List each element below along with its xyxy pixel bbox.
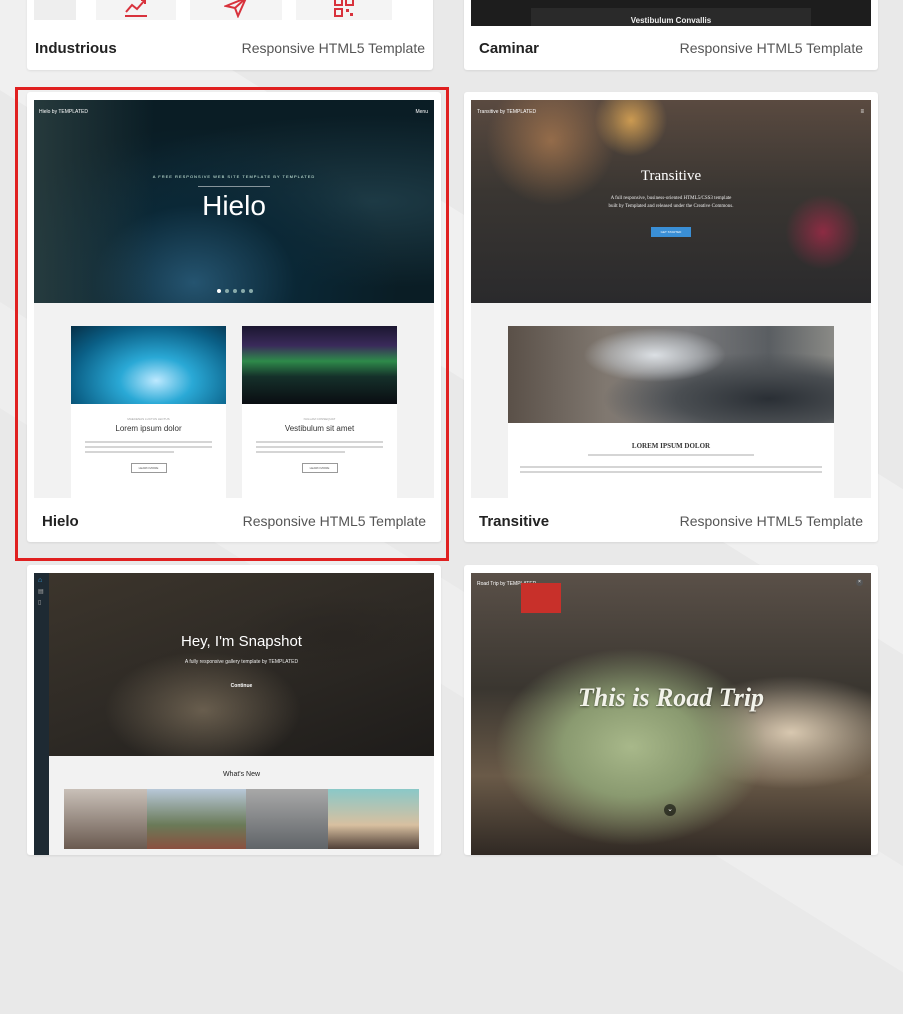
template-preview[interactable] — [34, 0, 426, 26]
preview-brand: Hielo by TEMPLATED — [39, 109, 88, 115]
preview-hero-text: built by Templated and released under th… — [608, 204, 734, 209]
close-icon[interactable]: × — [856, 579, 863, 586]
template-preview[interactable]: Vestibulum Convallis — [471, 0, 871, 26]
preview-hero-title: This is Road Trip — [577, 683, 765, 712]
template-preview[interactable]: ⌂ ▤ ▯ Hey, I'm Snapshot A fully responsi… — [34, 573, 434, 855]
template-type: Responsive HTML5 Template — [242, 513, 426, 529]
preview-section-title: What's New — [222, 771, 261, 778]
ice-cave-image — [71, 326, 226, 404]
preview-hero-title: Hielo — [202, 190, 266, 221]
template-type: Responsive HTML5 Template — [679, 513, 863, 529]
template-name[interactable]: Caminar — [479, 40, 539, 57]
umbrella-image — [508, 326, 834, 423]
preview-hero-image — [471, 100, 871, 303]
qr-code-icon — [296, 0, 392, 20]
document-icon[interactable]: ▯ — [38, 599, 49, 606]
template-name[interactable]: Hielo — [42, 513, 79, 530]
luggage-image — [521, 583, 561, 613]
template-name[interactable]: Transitive — [479, 513, 549, 530]
chevron-down-icon[interactable]: ⌄ — [664, 804, 676, 816]
get-started-button[interactable]: GET STARTED — [651, 227, 691, 237]
preview-banner-text: Vestibulum Convallis — [630, 16, 712, 25]
preview-section-title: LOREM IPSUM DOLOR — [631, 442, 711, 450]
aurora-image — [242, 326, 397, 404]
template-card-industrious[interactable]: Industrious Responsive HTML5 Template — [27, 0, 433, 70]
template-preview[interactable]: Hielo by TEMPLATED Menu A FREE RESPONSIV… — [34, 100, 434, 498]
gallery-strip — [64, 789, 419, 849]
home-icon[interactable]: ⌂ — [38, 577, 49, 584]
preview-hero-text: A full responsive, business-oriented HTM… — [610, 196, 732, 201]
template-card-caminar[interactable]: Vestibulum Convallis Caminar Responsive … — [464, 0, 878, 70]
template-card-hielo[interactable]: Hielo by TEMPLATED Menu A FREE RESPONSIV… — [27, 92, 441, 542]
preview-hero-title: Hey, I'm Snapshot — [181, 633, 302, 650]
hamburger-icon[interactable]: ≡ — [860, 109, 864, 115]
preview-box-title: Vestibulum sit amet — [284, 424, 355, 433]
template-type: Responsive HTML5 Template — [241, 40, 425, 56]
preview-box: MAECENAS LUCTUS LECTUS Lorem ipsum dolor… — [71, 326, 226, 498]
preview-menu: Menu — [415, 109, 428, 115]
preview-brand: Transitive by TEMPLATED — [477, 109, 537, 115]
template-type: Responsive HTML5 Template — [679, 40, 863, 56]
slider-dots[interactable] — [217, 289, 253, 293]
preview-hero-text: A fully responsive gallery template by T… — [184, 659, 299, 665]
template-card-road-trip[interactable]: Road Trip by TEMPLATED × This is Road Tr… — [464, 565, 878, 855]
learn-more-button[interactable]: LEARN MORE — [301, 463, 338, 473]
preview-box-title: Lorem ipsum dolor — [115, 424, 182, 433]
template-preview[interactable]: Transitive by TEMPLATED ≡ Transitive A f… — [471, 100, 871, 498]
template-preview[interactable]: Road Trip by TEMPLATED × This is Road Tr… — [471, 573, 871, 855]
learn-more-button[interactable]: LEARN MORE — [130, 463, 167, 473]
template-card-snapshot[interactable]: ⌂ ▤ ▯ Hey, I'm Snapshot A fully responsi… — [27, 565, 441, 855]
continue-link[interactable]: Continue — [49, 683, 434, 689]
template-name[interactable]: Industrious — [35, 40, 117, 57]
preview-hero-title: Transitive — [640, 168, 702, 184]
template-card-transitive[interactable]: Transitive by TEMPLATED ≡ Transitive A f… — [464, 92, 878, 542]
chart-icon — [96, 0, 176, 20]
preview-box: NULLAM CONSEQUAT Vestibulum sit amet LEA… — [242, 326, 397, 498]
preview-tagline: A FREE RESPONSIVE WEB SITE TEMPLATE BY T… — [152, 174, 316, 179]
paper-plane-icon — [190, 0, 282, 20]
preview-sidebar: ⌂ ▤ ▯ — [34, 573, 49, 855]
gallery-icon[interactable]: ▤ — [38, 588, 49, 595]
